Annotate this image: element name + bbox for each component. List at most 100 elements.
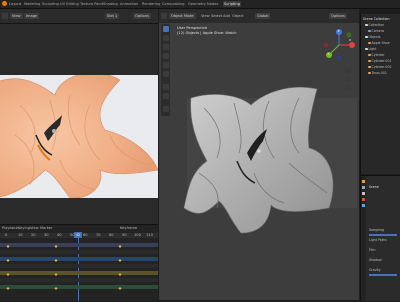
options-button[interactable]: Options [133,13,151,19]
measure-tool-icon[interactable] [162,93,169,99]
transform-tool-icon[interactable] [162,71,169,77]
marker-menu[interactable]: Marker [40,226,52,230]
outliner-item-label: Apple Shoe [371,41,390,45]
scale-tool-icon[interactable] [162,62,169,68]
frame-number: 90 [122,233,127,237]
panel-light-paths[interactable]: Light Paths [369,238,387,242]
tab-compositing[interactable]: Compositing [162,1,185,7]
object-menu[interactable]: Object [232,14,244,18]
render-result-image [0,75,158,198]
tab-scripting[interactable]: Scripting [223,1,241,7]
viewport-options[interactable]: Options [329,13,347,19]
outliner-item[interactable]: Light [365,47,376,51]
image-menu[interactable]: Image [24,13,40,19]
track-row[interactable] [0,271,158,275]
render-tab-icon[interactable] [362,180,365,183]
editor-type-icon[interactable] [161,13,167,19]
select-tool-icon[interactable] [162,26,169,32]
frame-number: 0 [5,233,8,237]
frame-number: 20 [31,233,36,237]
outliner-item[interactable]: Torus.001 [368,71,387,75]
gravity-slider[interactable] [369,274,397,276]
gizmo-y-label: Y [327,52,330,56]
zoom-icon[interactable] [345,68,351,74]
slot-select[interactable]: Slot 1 [105,13,120,19]
properties-tab-label: Scene [369,185,379,189]
properties-editor[interactable]: Scene Sampling Light Paths Film Shadow G… [360,175,400,301]
mesh-icon [368,71,371,75]
tab-modeling[interactable]: Modeling [24,1,40,7]
add-cube-tool-icon[interactable] [162,106,169,112]
move-tool-icon[interactable] [162,44,169,50]
mode-select[interactable]: Object Mode [169,13,196,19]
output-tab-icon[interactable] [362,186,365,189]
tab-texture-paint[interactable]: Texture Paint [80,1,103,7]
camera-view-icon[interactable] [345,84,351,90]
outliner-item-label: Cylinder.001 [371,59,392,63]
select-menu[interactable]: Select [211,14,222,18]
track-row[interactable] [0,285,158,289]
frame-number: 110 [146,233,153,237]
tab-uv-editing[interactable]: UV Editing [60,1,79,7]
tab-rendering[interactable]: Rendering [142,1,160,7]
track-row[interactable] [0,278,158,282]
outliner-item[interactable]: Collection [365,23,384,27]
panel-film[interactable]: Film [369,248,375,252]
blender-logo-icon[interactable] [2,1,7,6]
mesh-icon [368,41,371,45]
3d-viewport[interactable]: User Perspective (12) Objects | Apple Sh… [159,23,359,300]
view-menu[interactable]: View [201,14,210,18]
timeline-editor[interactable]: Playback Keying View Marker Keyframe 0 1… [0,224,158,301]
rotate-tool-icon[interactable] [162,53,169,59]
collection-icon [365,47,368,51]
panel-shadow[interactable]: Shadow [369,258,382,262]
track-row[interactable] [0,264,158,268]
outliner-item[interactable]: Cylinder.001 [368,59,392,63]
view-menu[interactable]: View [10,13,23,19]
annotate-tool-icon[interactable] [162,84,169,90]
mesh-icon [368,59,371,63]
object-tab-icon[interactable] [362,204,365,207]
outliner-item-label: Light [368,47,377,51]
track-row[interactable] [0,257,158,261]
gizmo-x-label: X [349,38,352,42]
image-editor-header: View Image Slot 1 Options [0,9,158,24]
pan-icon[interactable] [345,76,351,82]
outliner[interactable]: Scene Collection Collection Camera Objec… [360,14,400,174]
keyframe-field[interactable]: Keyframe [120,226,137,230]
world-tab-icon[interactable] [362,198,365,201]
playback-menu[interactable]: Playback [2,226,18,230]
add-menu[interactable]: Add [223,14,230,18]
editor-type-icon[interactable] [2,13,8,19]
outliner-item[interactable]: Cylinder [368,53,385,57]
properties-tab-strip [361,176,366,301]
track-row[interactable] [0,250,158,254]
scene-tab-icon[interactable] [362,192,365,195]
tab-shading[interactable]: Shading [103,1,118,7]
viewport-header: Object Mode View Select Add Object Globa… [159,9,359,24]
tab-geometry-nodes[interactable]: Geometry Nodes [188,1,218,7]
outliner-item[interactable]: Cylinder.002 [368,65,392,69]
frame-number: 70 [96,233,101,237]
workspace-tab-bar: Layout Modeling Sculpting UV Editing Tex… [0,0,400,9]
sampling-slider[interactable] [369,234,397,236]
track-row[interactable] [0,243,158,247]
frame-number: 40 [57,233,62,237]
keying-menu[interactable]: Keying [18,226,30,230]
panel-gravity[interactable]: Gravity [369,268,381,272]
camera-icon [368,29,371,33]
outliner-item[interactable]: Apple Shoe [368,41,390,45]
view-menu-timeline[interactable]: View [30,226,39,230]
cursor-tool-icon[interactable] [162,35,169,41]
outliner-item[interactable]: Camera [368,29,384,33]
outliner-item-label: Collection [368,23,385,27]
frame-number: 10 [18,233,23,237]
outliner-item[interactable]: Objects [365,35,381,39]
tab-sculpting[interactable]: Sculpting [42,1,59,7]
tab-animation[interactable]: Animation [120,1,138,7]
frame-number: 60 [83,233,88,237]
gizmo-z-label: Z [337,29,340,33]
panel-sampling[interactable]: Sampling [369,228,384,232]
transform-orientation[interactable]: Global [255,13,271,19]
collection-icon [365,23,368,27]
